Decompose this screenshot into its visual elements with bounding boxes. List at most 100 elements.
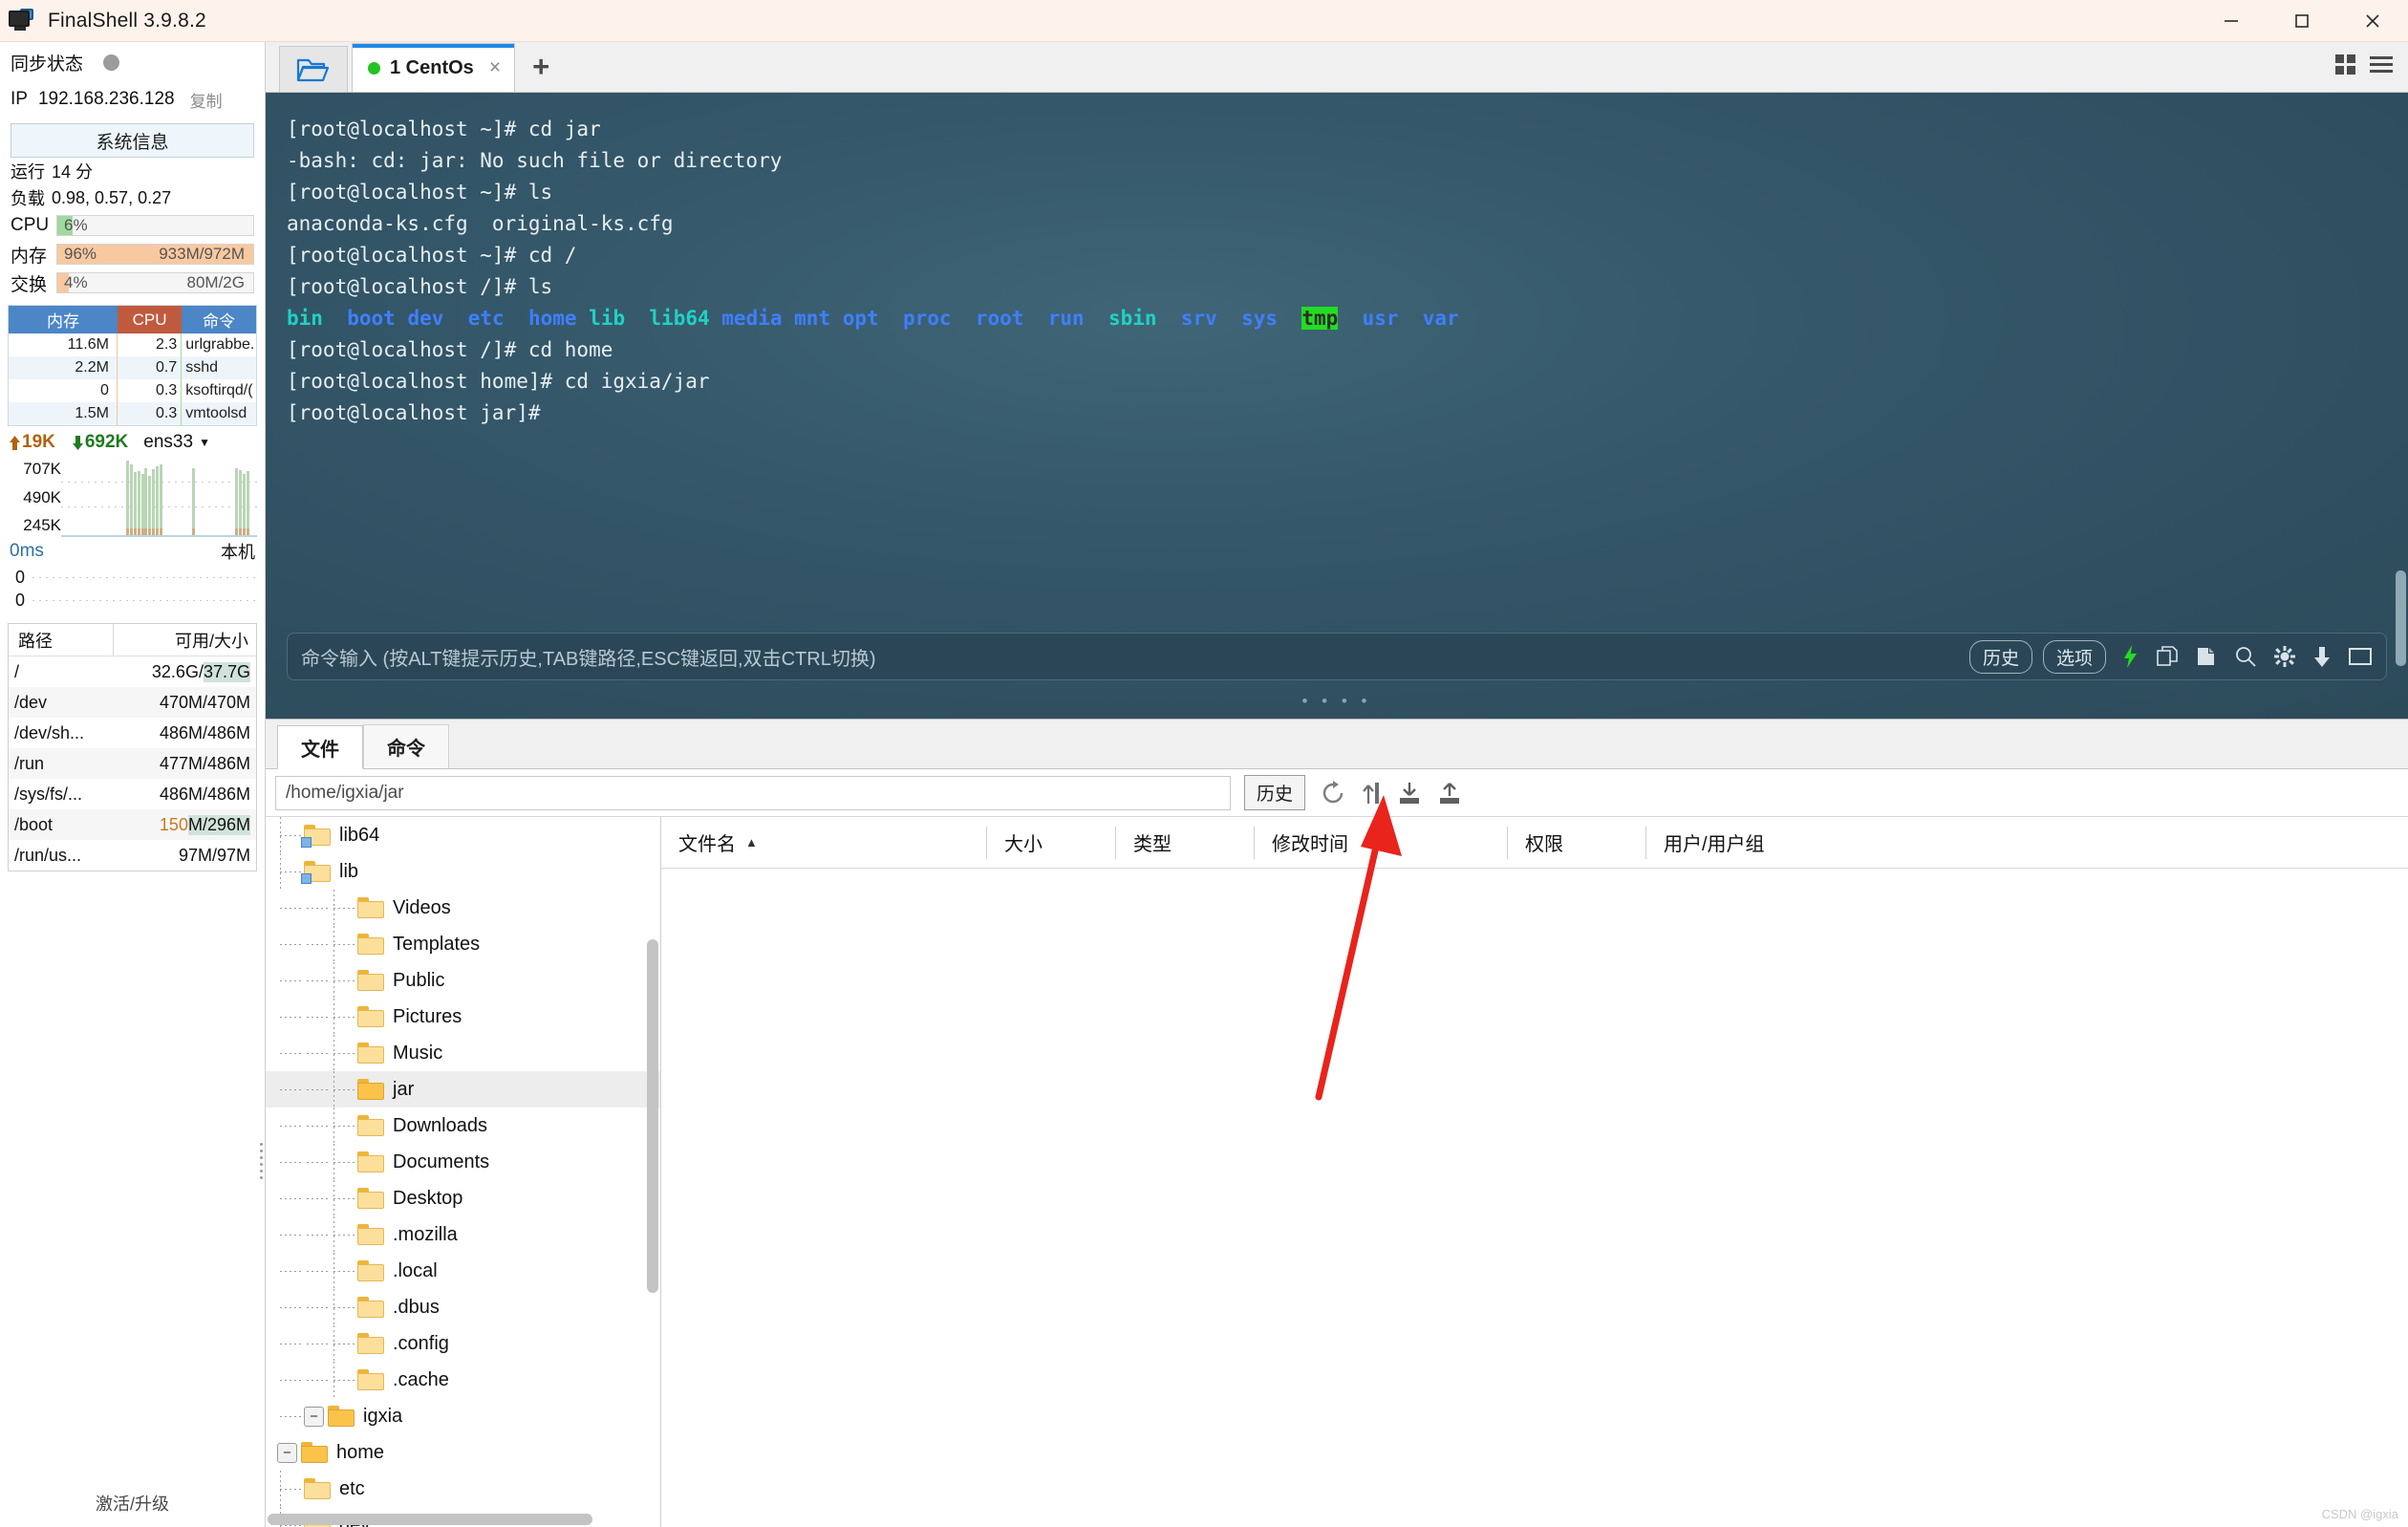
- tree-node-home[interactable]: − home: [266, 1434, 660, 1471]
- column-header-5[interactable]: 用户/用户组: [1645, 826, 1932, 859]
- tree-node-Desktop[interactable]: Desktop: [266, 1180, 660, 1216]
- copy-icon[interactable]: [2156, 645, 2179, 668]
- download-icon[interactable]: [2312, 645, 2332, 668]
- process-col-mem[interactable]: 内存: [9, 306, 118, 333]
- tree-node-lib[interactable]: lib: [266, 853, 660, 890]
- search-icon[interactable]: [2234, 645, 2257, 668]
- gear-icon[interactable]: [2273, 645, 2296, 668]
- network-interface-selector[interactable]: ens33 ▼: [143, 432, 210, 453]
- tab-label: 1 CentOs: [390, 56, 474, 78]
- terminal-line: bin boot dev etc home lib lib64 media mn…: [287, 307, 1459, 330]
- close-button[interactable]: [2337, 0, 2408, 42]
- grid-view-icon[interactable]: [2333, 53, 2358, 92]
- column-header-1[interactable]: 大小: [986, 826, 1115, 859]
- tree-node-dot-mozilla[interactable]: .mozilla: [266, 1216, 660, 1253]
- disk-col-size[interactable]: 可用/大小: [112, 624, 256, 656]
- disk-path: /sys/fs/...: [14, 784, 83, 804]
- tree-node-Documents[interactable]: Documents: [266, 1144, 660, 1180]
- command-input[interactable]: 命令输入 (按ALT键提示历史,TAB键路径,ESC键返回,双击CTRL切换): [301, 643, 876, 671]
- latency-row: 0ms 本机: [0, 537, 265, 566]
- tab-centos[interactable]: 1 CentOs ×: [352, 43, 516, 92]
- disk-row[interactable]: /run/us... 97M/97M: [9, 840, 256, 871]
- column-header-3[interactable]: 修改时间: [1254, 826, 1507, 859]
- copy-ip-button[interactable]: 复制: [190, 88, 223, 112]
- tree-branch-line: [331, 1289, 357, 1325]
- terminal-history-button[interactable]: 历史: [1968, 639, 2032, 674]
- paste-icon[interactable]: [2195, 645, 2218, 668]
- column-header-2[interactable]: 类型: [1115, 826, 1254, 859]
- tree-node-etc[interactable]: etc: [266, 1471, 660, 1507]
- tree-node-Public[interactable]: Public: [266, 962, 660, 999]
- disk-row[interactable]: /run 477M/486M: [9, 748, 256, 779]
- tree-node-Downloads[interactable]: Downloads: [266, 1108, 660, 1144]
- process-row[interactable]: 11.6M 2.3 urlgrabbe.: [9, 333, 256, 356]
- tree-node-dot-config[interactable]: .config: [266, 1325, 660, 1362]
- tree-node-label: .mozilla: [393, 1223, 458, 1245]
- tree-expander-icon[interactable]: −: [304, 1406, 324, 1427]
- terminal-options-button[interactable]: 选项: [2042, 639, 2106, 674]
- path-input[interactable]: /home/igxia/jar: [275, 775, 1231, 810]
- refresh-icon[interactable]: [1321, 780, 1345, 806]
- tree-node-dot-cache[interactable]: .cache: [266, 1362, 660, 1398]
- panel-splitter[interactable]: [258, 1139, 265, 1206]
- disk-col-path[interactable]: 路径: [9, 624, 113, 656]
- minimize-button[interactable]: [2196, 0, 2267, 42]
- maximize-button[interactable]: [2267, 0, 2337, 42]
- tree-node-dot-dbus[interactable]: .dbus: [266, 1289, 660, 1325]
- disk-row[interactable]: /boot 150 M/296M: [9, 809, 256, 840]
- command-input-bar[interactable]: 命令输入 (按ALT键提示历史,TAB键路径,ESC键返回,双击CTRL切换) …: [287, 633, 2387, 680]
- tree-node-Videos[interactable]: Videos: [266, 890, 660, 926]
- process-row[interactable]: 0 0.3 ksoftirqd/(: [9, 379, 256, 402]
- folder-icon: [357, 1297, 384, 1318]
- terminal-scrollbar[interactable]: [2396, 570, 2406, 666]
- terminal-line: [root@localhost ~]# cd /: [287, 244, 577, 267]
- net-graph-bar-upload: [239, 527, 243, 535]
- disk-row[interactable]: / 32.6G/37.7G: [9, 656, 256, 687]
- meter-bar: 4% 80M/2G: [56, 272, 254, 293]
- directory-tree[interactable]: lib64 lib Videos Templates Public Pictures Mus…: [266, 817, 661, 1527]
- column-header-4[interactable]: 权限: [1507, 826, 1645, 859]
- disk-row[interactable]: /dev 470M/470M: [9, 687, 256, 718]
- activate-upgrade-link[interactable]: 激活/升级: [0, 1491, 265, 1516]
- download-file-icon[interactable]: [1397, 781, 1422, 806]
- upload-file-icon[interactable]: [1437, 781, 1462, 806]
- tree-expander-icon[interactable]: −: [277, 1442, 297, 1463]
- column-label: 权限: [1525, 834, 1563, 855]
- column-label: 修改时间: [1272, 834, 1348, 855]
- panel-resize-handle[interactable]: • • • •: [266, 692, 2408, 711]
- tree-node-Templates[interactable]: Templates: [266, 926, 660, 962]
- tree-node-igxia[interactable]: − igxia: [266, 1398, 660, 1434]
- tree-horizontal-scrollbar[interactable]: [268, 1514, 592, 1525]
- terminal-output: [root@localhost ~]# cd jar -bash: cd: jar…: [266, 93, 2408, 429]
- meter-row-内存: 内存 96% 933M/972M: [0, 240, 265, 269]
- disk-row[interactable]: /dev/sh... 486M/486M: [9, 718, 256, 748]
- process-row[interactable]: 2.2M 0.7 sshd: [9, 356, 256, 379]
- column-header-0[interactable]: 文件名 ▲: [661, 827, 986, 859]
- window-icon[interactable]: [2348, 646, 2373, 667]
- new-tab-button[interactable]: +: [532, 50, 549, 92]
- tree-node-lib64[interactable]: lib64: [266, 817, 660, 853]
- disk-row[interactable]: /sys/fs/... 486M/486M: [9, 779, 256, 809]
- tree-indent: [277, 1216, 304, 1253]
- tree-node-jar[interactable]: jar: [266, 1071, 660, 1108]
- terminal-panel[interactable]: [root@localhost ~]# cd jar -bash: cd: jar…: [266, 93, 2408, 719]
- folder-open-icon[interactable]: [279, 46, 348, 92]
- tree-node-Music[interactable]: Music: [266, 1035, 660, 1071]
- system-info-button[interactable]: 系统信息: [11, 123, 254, 158]
- upload-arrow-icon[interactable]: [1361, 781, 1382, 806]
- lightning-icon[interactable]: [2122, 644, 2139, 669]
- file-list-rows[interactable]: [661, 869, 2408, 1527]
- tab-close-icon[interactable]: ×: [489, 56, 501, 79]
- tree-node-Pictures[interactable]: Pictures: [266, 999, 660, 1035]
- tree-vertical-scrollbar[interactable]: [647, 939, 658, 1293]
- process-row[interactable]: 1.5M 0.3 vmtoolsd: [9, 402, 256, 425]
- meter-row-交换: 交换 4% 80M/2G: [0, 269, 265, 297]
- path-history-button[interactable]: 历史: [1244, 775, 1306, 810]
- process-col-cpu[interactable]: CPU: [117, 306, 183, 333]
- tab-commands[interactable]: 命令: [363, 724, 449, 768]
- tab-files[interactable]: 文件: [277, 725, 363, 769]
- tree-node-dot-local[interactable]: .local: [266, 1253, 660, 1289]
- hamburger-menu-icon[interactable]: [2368, 53, 2395, 92]
- process-col-cmd[interactable]: 命令: [182, 306, 256, 333]
- tree-indent: [304, 1253, 331, 1289]
